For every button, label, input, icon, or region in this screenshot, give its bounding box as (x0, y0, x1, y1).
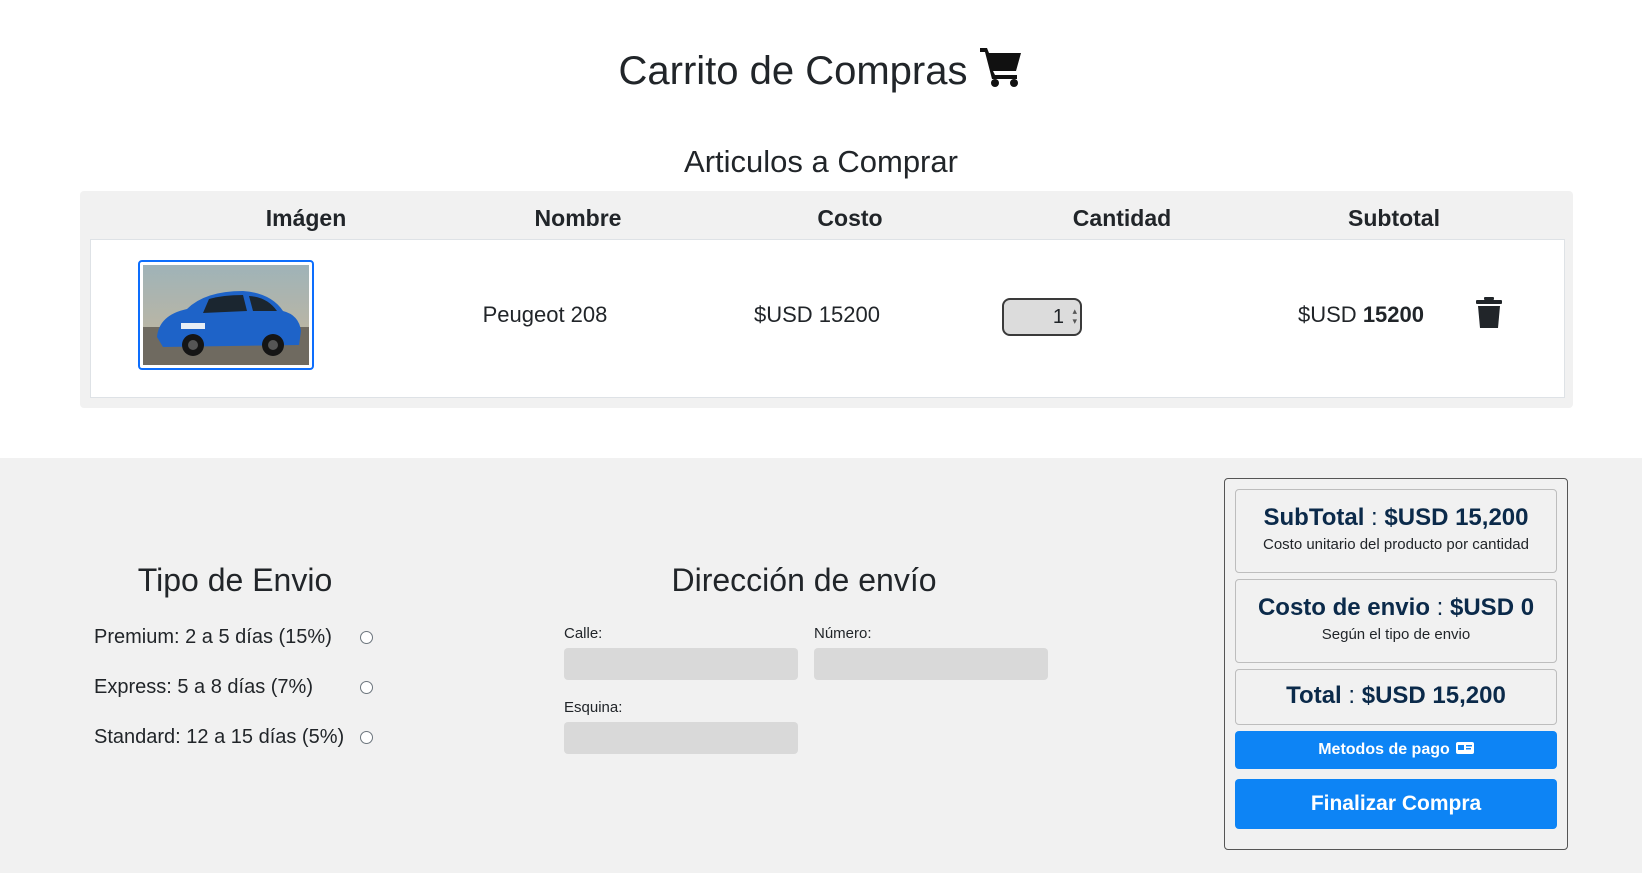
table-row: Peugeot 208 $USD 15200 1 ▴ ▾ $USD 15200 (90, 239, 1565, 398)
number-input[interactable] (814, 648, 1048, 680)
summary-total-line: Total : $USD 15,200 (1236, 682, 1556, 710)
trash-icon[interactable] (1476, 297, 1502, 329)
street-input[interactable] (564, 648, 798, 680)
cart-table: Imágen Nombre Costo Cantidad Subtotal Pe… (80, 191, 1573, 408)
summary-subtotal-label: SubTotal (1263, 504, 1365, 531)
quantity-value: 1 (1052, 306, 1064, 328)
corner-label: Esquina: (564, 699, 623, 716)
quantity-spin-icon[interactable]: ▴ ▾ (1072, 306, 1077, 326)
column-header-image: Imágen (265, 205, 347, 231)
summary-subtotal-note: Costo unitario del producto por cantidad (1262, 536, 1529, 553)
shipping-option-standard-radio[interactable] (360, 731, 373, 744)
shipping-option-express-radio[interactable] (360, 681, 373, 694)
page-title-text: Carrito de Compras (618, 48, 968, 93)
shipping-option-premium-radio[interactable] (360, 631, 373, 644)
finish-purchase-button[interactable]: Finalizar Compra (1235, 779, 1557, 829)
column-header-subtotal: Subtotal (1348, 205, 1440, 231)
product-cost: $USD 15200 (754, 302, 880, 327)
summary-subtotal: SubTotal : $USD 15,200 Costo unitario de… (1235, 489, 1557, 573)
street-label: Calle: (564, 625, 603, 642)
product-name: Peugeot 208 (482, 302, 608, 327)
column-header-name: Nombre (534, 205, 622, 231)
quantity-stepper[interactable]: 1 ▴ ▾ (1002, 298, 1082, 336)
shipping-option-standard-label: Standard: 12 a 15 días (5%) (94, 726, 345, 748)
product-subtotal: $USD 15200 (1225, 302, 1497, 328)
summary-shipping-line: Costo de envio : $USD 0 (1236, 594, 1556, 622)
summary-separator: : (1348, 682, 1356, 709)
cart-table-header: Imágen Nombre Costo Cantidad Subtotal (80, 191, 1573, 239)
summary-shipping-note: Según el tipo de envio (1321, 626, 1471, 643)
product-subtotal-value: 15200 (1362, 302, 1424, 327)
shipping-type-title: Tipo de Envio (137, 562, 333, 598)
payment-methods-label: Metodos de pago (1318, 741, 1450, 758)
summary-separator: : (1371, 504, 1378, 531)
credit-card-icon (1455, 741, 1474, 759)
cart-section: Carrito de Compras Articulos a Comprar I… (0, 0, 1642, 458)
product-subtotal-prefix: $USD (1298, 302, 1357, 327)
summary-shipping: Costo de envio : $USD 0 Según el tipo de… (1235, 579, 1557, 663)
shipping-address-title: Dirección de envío (671, 562, 937, 598)
product-image[interactable] (138, 260, 314, 370)
cart-section-title: Articulos a Comprar (684, 144, 958, 179)
shipping-option-premium-label: Premium: 2 a 5 días (15%) (94, 626, 332, 648)
summary-subtotal-value: $USD 15,200 (1384, 504, 1529, 531)
summary-shipping-label: Costo de envio (1257, 594, 1430, 621)
summary-shipping-value: $USD 0 (1450, 594, 1535, 621)
number-label: Número: (814, 625, 872, 642)
column-header-quantity: Cantidad (1072, 205, 1172, 231)
car-thumbnail (143, 265, 309, 365)
checkout-section: Tipo de Envio Premium: 2 a 5 días (15%) … (0, 458, 1642, 873)
column-header-cost: Costo (817, 205, 883, 231)
page-title: Carrito de Compras (0, 44, 1642, 98)
summary-total-label: Total (1286, 682, 1342, 709)
corner-input[interactable] (564, 722, 798, 754)
summary-separator: : (1436, 594, 1444, 621)
summary-total: Total : $USD 15,200 (1235, 669, 1557, 725)
shipping-option-express-label: Express: 5 a 8 días (7%) (94, 676, 313, 698)
order-summary: SubTotal : $USD 15,200 Costo unitario de… (1224, 478, 1568, 850)
summary-subtotal-line: SubTotal : $USD 15,200 (1236, 504, 1556, 532)
summary-total-value: $USD 15,200 (1361, 682, 1506, 709)
shopping-cart-icon (978, 44, 1024, 98)
payment-methods-button[interactable]: Metodos de pago (1235, 731, 1557, 769)
